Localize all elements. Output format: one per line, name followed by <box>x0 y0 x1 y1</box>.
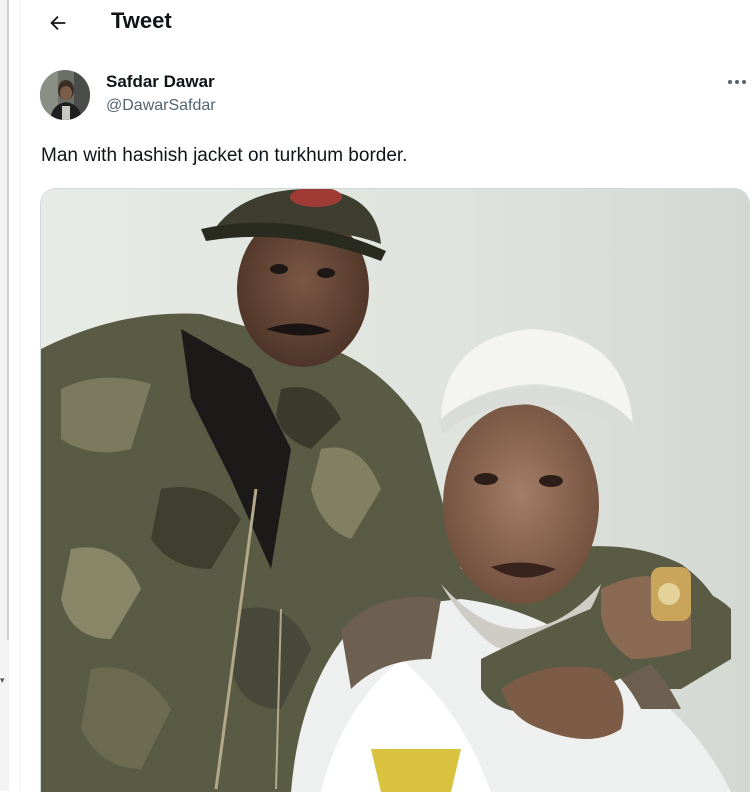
tweet-text: Man with hashish jacket on turkhum borde… <box>41 145 408 166</box>
author-display-name[interactable]: Safdar Dawar <box>106 72 215 92</box>
tweet-photo[interactable] <box>40 188 750 792</box>
author-handle[interactable]: @DawarSafdar <box>106 97 216 115</box>
photo-image <box>41 189 749 792</box>
scrollbar-track[interactable] <box>7 0 9 640</box>
arrow-left-icon <box>50 15 66 31</box>
more-horizontal-icon <box>728 80 746 84</box>
more-options-button[interactable] <box>722 70 752 94</box>
tweet-header: Tweet <box>21 0 752 48</box>
column-divider <box>20 0 21 791</box>
author-row: Safdar Dawar @DawarSafdar <box>40 68 752 124</box>
scroll-caret-icon[interactable]: ▾ <box>0 676 5 686</box>
back-button[interactable] <box>41 6 75 40</box>
left-scroll-rail: ▾ <box>0 0 9 791</box>
avatar[interactable] <box>40 70 90 120</box>
page-title: Tweet <box>111 8 172 33</box>
avatar-image <box>40 70 90 120</box>
